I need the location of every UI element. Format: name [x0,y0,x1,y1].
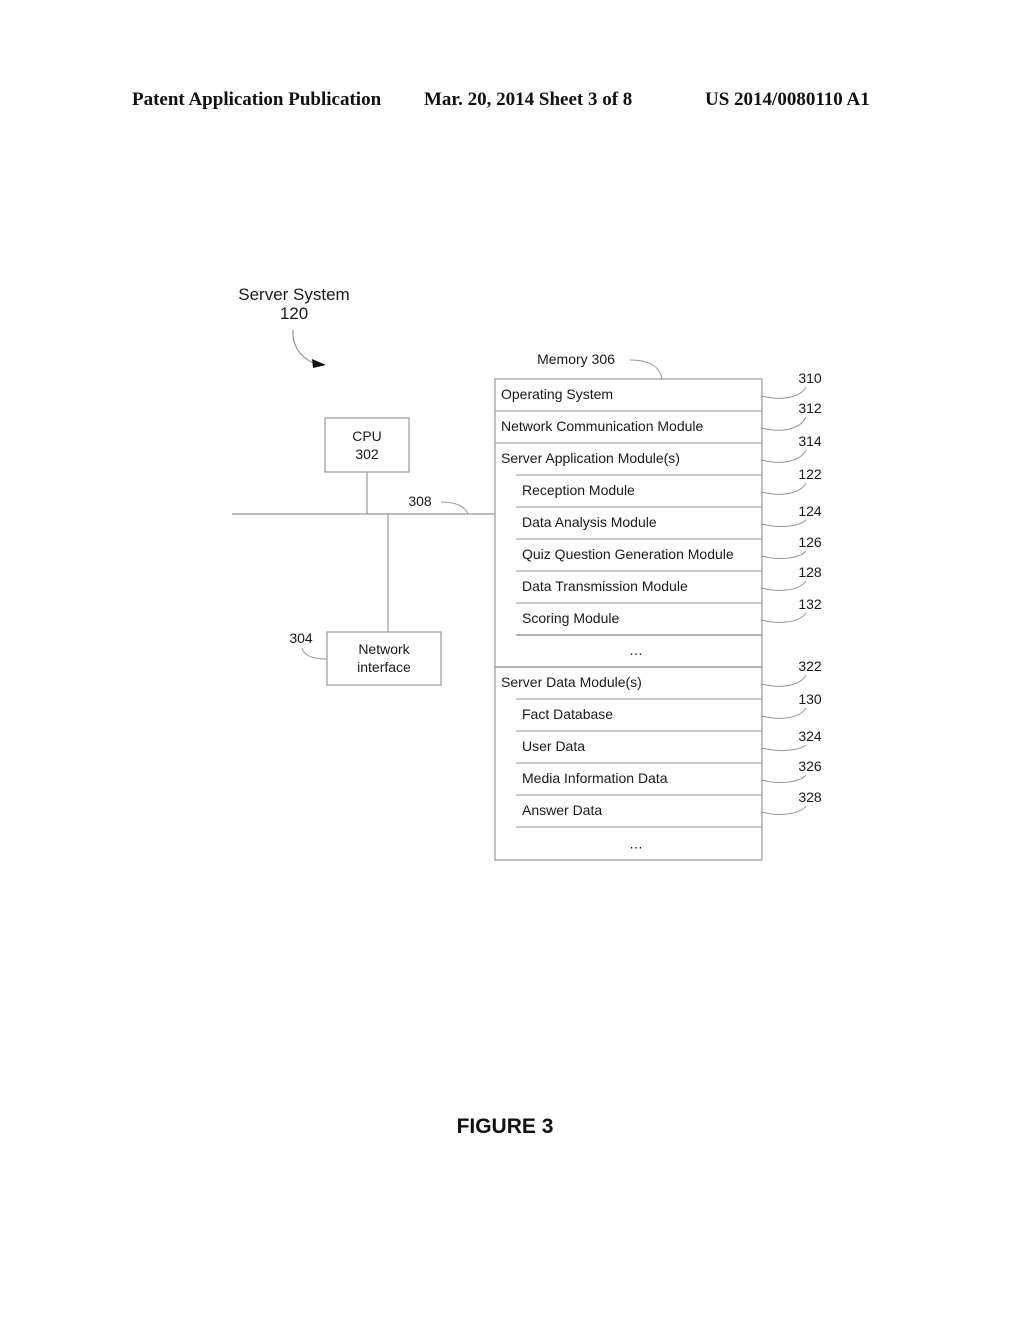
reference-number: 324 [798,728,822,744]
memory-row: Reception Module 122 [516,466,822,508]
memory-row: Server Application Module(s) 314 [501,433,822,476]
reference-number: 132 [798,596,822,612]
reference-number: 328 [798,789,822,805]
reference-number: 314 [798,433,822,449]
reference-leader [761,774,807,783]
module-label: User Data [522,738,585,754]
memory-row: Data Transmission Module 128 [516,564,822,604]
memory-row: … [495,642,762,668]
reference-leader [761,744,807,752]
cpu-box: CPU 302 [324,417,410,473]
reference-number: 326 [798,758,822,774]
memory-row: Data Analysis Module 124 [516,503,822,540]
network-interface-ref: 304 [289,630,313,646]
memory-row: … [629,836,643,852]
system-pointer-line [292,329,317,365]
bus-ref: 308 [408,493,432,509]
reference-number: 122 [798,466,822,482]
module-label: Scoring Module [522,610,619,626]
module-label: Media Information Data [522,770,668,786]
reference-leader [761,482,807,495]
reference-leader [761,612,807,623]
module-label: Network Communication Module [501,418,704,434]
bus-ref-leader [440,501,469,515]
module-label: Reception Module [522,482,635,498]
memory-label: Memory 306 [537,351,615,367]
reference-number: 310 [798,370,822,386]
reference-number: 128 [798,564,822,580]
network-interface-box: Network interface [326,631,442,686]
module-label: Data Analysis Module [522,514,657,530]
reference-number: 130 [798,691,822,707]
reference-leader [761,805,807,815]
reference-number: 124 [798,503,822,519]
reference-number: 126 [798,534,822,550]
module-label: Quiz Question Generation Module [522,546,734,562]
module-label: Data Transmission Module [522,578,688,594]
module-label: Server Application Module(s) [501,450,680,466]
module-label: Operating System [501,386,613,402]
cpu-label: CPU [352,428,382,444]
reference-leader [761,519,807,528]
network-interface-label-1: Network [358,641,410,657]
figure-caption: FIGURE 3 [456,1115,554,1138]
memory-leader [629,359,663,380]
memory-row: Fact Database 130 [516,691,822,732]
reference-leader [761,550,807,559]
module-label: Answer Data [522,802,602,818]
reference-leader [761,416,807,431]
reference-leader [761,386,807,399]
reference-leader [761,580,807,591]
module-label: Fact Database [522,706,613,722]
network-interface-leader [301,647,328,660]
reference-leader [761,674,807,687]
memory-row: User Data 324 [516,728,822,764]
reference-leader [761,449,807,463]
memory-row: Scoring Module 132 [516,596,822,636]
server-system-label: Server System [238,285,349,304]
memory-row: Server Data Module(s) 322 [501,658,822,700]
reference-number: 312 [798,400,822,416]
module-label: Server Data Module(s) [501,674,642,690]
server-system-ref: 120 [280,304,308,323]
cpu-ref: 302 [355,446,379,462]
ellipsis-label: … [629,836,643,852]
network-interface-label-2: interface [357,659,411,675]
arrowhead-icon [312,359,326,368]
memory-row: Operating System 310 [495,370,822,412]
reference-number: 322 [798,658,822,674]
memory-rows: Operating System 310 Network Communication… [495,370,822,852]
reference-leader [761,707,807,719]
ellipsis-label: … [629,642,643,658]
memory-row: Network Communication Module 312 [495,400,822,444]
